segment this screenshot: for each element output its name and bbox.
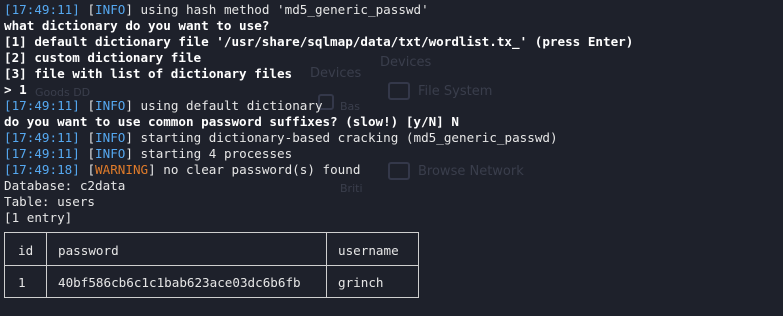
table-bottom-border (4, 297, 419, 298)
terminal-line: do you want to use common password suffi… (4, 114, 783, 130)
terminal-line: [17:49:11] [INFO] starting dictionary-ba… (4, 130, 558, 145)
timestamp: 17:49:11 (11, 130, 73, 145)
terminal-line: [1 entry] (4, 210, 783, 226)
log-level-tag: INFO (95, 130, 126, 145)
table-header-border (4, 265, 419, 266)
output-text: [2] custom dictionary file (4, 50, 202, 65)
output-text: Table: users (4, 194, 95, 209)
terminal-line: Table: users (4, 194, 783, 210)
log-message: no clear password(s) found (155, 162, 361, 177)
output-text: what dictionary do you want to use? (4, 18, 270, 33)
terminal-line: [17:49:11] [INFO] using hash method 'md5… (4, 2, 429, 17)
log-level-tag: INFO (95, 98, 126, 113)
terminal-line: [17:49:11] [INFO] starting 4 processes (4, 146, 293, 161)
terminal-line: Database: c2data (4, 178, 783, 194)
output-text: do you want to use common password suffi… (4, 114, 459, 129)
log-message: using hash method 'md5_generic_passwd' (132, 2, 429, 17)
table-header-id: id (18, 243, 34, 258)
output-text: [1] default dictionary file '/usr/share/… (4, 34, 634, 49)
timestamp: 17:49:11 (11, 2, 73, 17)
timestamp: 17:49:11 (11, 98, 73, 113)
log-message: starting 4 processes (132, 146, 293, 161)
output-text: > 1 (4, 82, 27, 97)
terminal-line: [17:49:18] [WARNING] no clear password(s… (4, 162, 361, 177)
table-col-divider (4, 232, 5, 298)
table-col-divider (418, 232, 419, 298)
log-level-tag: WARNING (95, 162, 149, 177)
table-cell-id: 1 (18, 275, 26, 290)
timestamp: 17:49:11 (11, 146, 73, 161)
terminal-line: > 1 (4, 82, 783, 98)
table-header-username: username (338, 243, 399, 258)
table-col-divider (46, 232, 47, 298)
log-message: starting dictionary-based cracking (md5_… (132, 130, 558, 145)
table-top-border (4, 232, 419, 233)
table-cell-password: 40bf586cb6c1c1bab623ace03dc6b6fb (58, 275, 301, 290)
output-text: [1 entry] (4, 210, 73, 225)
log-level-tag: INFO (95, 2, 126, 17)
terminal-line: what dictionary do you want to use? (4, 18, 783, 34)
terminal-output: [17:49:11] [INFO] using hash method 'md5… (4, 2, 783, 226)
log-level-tag: INFO (95, 146, 126, 161)
terminal-line: [2] custom dictionary file (4, 50, 783, 66)
terminal-line: [3] file with list of dictionary files (4, 66, 783, 82)
output-text: Database: c2data (4, 178, 126, 193)
timestamp: 17:49:18 (11, 162, 73, 177)
table-header-password: password (58, 243, 119, 258)
output-text: [3] file with list of dictionary files (4, 66, 293, 81)
terminal-line: [1] default dictionary file '/usr/share/… (4, 34, 783, 50)
terminal-line: [17:49:11] [INFO] using default dictiona… (4, 98, 323, 113)
log-message: using default dictionary (132, 98, 323, 113)
terminal-window[interactable]: Devices Devices File System Browse Netwo… (0, 0, 783, 316)
table-col-divider (326, 232, 327, 298)
table-cell-username: grinch (338, 275, 384, 290)
